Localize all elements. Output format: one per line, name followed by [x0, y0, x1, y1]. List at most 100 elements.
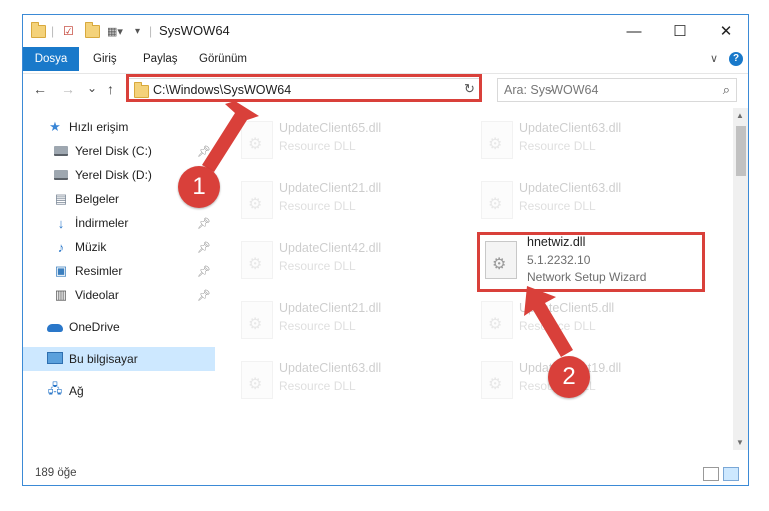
- file-item[interactable]: UpdateClient65.dll Resource DLL: [235, 113, 467, 165]
- sidebar-item-label: Bu bilgisayar: [69, 352, 138, 366]
- sidebar-item-label: İndirmeler: [75, 216, 129, 230]
- sidebar-item-downloads[interactable]: ↓ İndirmeler 📌︎: [23, 211, 215, 235]
- dll-file-icon: [481, 121, 513, 159]
- dll-file-icon: [241, 361, 273, 399]
- sidebar-item-label: Hızlı erişim: [69, 120, 129, 134]
- sidebar-item-label: Müzik: [75, 240, 107, 254]
- ribbon-expand-icon[interactable]: ∨: [710, 52, 718, 65]
- qa-dropdown-icon[interactable]: ▾: [135, 23, 140, 39]
- file-name: UpdateClient21.dll: [279, 181, 382, 195]
- up-button[interactable]: ↑: [107, 81, 114, 97]
- file-name: UpdateClient42.dll: [279, 241, 382, 255]
- file-name: UpdateClient21.dll: [279, 301, 382, 315]
- sidebar-item-label: Ağ: [69, 384, 84, 398]
- tab-view[interactable]: Görünüm: [199, 47, 247, 71]
- file-name: UpdateClient63.dll: [519, 121, 622, 135]
- file-item[interactable]: UpdateClient63.dll Resource DLL: [475, 113, 707, 165]
- sidebar-item-label: Yerel Disk (C:): [75, 144, 152, 158]
- sidebar-item-label: Videolar: [75, 288, 119, 302]
- file-item[interactable]: UpdateClient21.dll Resource DLL: [235, 173, 467, 225]
- file-description: Resource DLL: [519, 319, 596, 333]
- file-item[interactable]: UpdateClient21.dll Resource DLL: [235, 293, 467, 345]
- file-item[interactable]: UpdateClient19.dll Resource DLL: [475, 353, 707, 405]
- close-button[interactable]: ✕: [703, 15, 748, 47]
- file-item[interactable]: UpdateClient42.dll Resource DLL: [235, 233, 467, 285]
- dll-file-icon: [241, 121, 273, 159]
- dll-file-icon: [481, 301, 513, 339]
- sidebar-item-label: Resimler: [75, 264, 123, 278]
- tab-share[interactable]: Paylaş: [143, 47, 178, 71]
- help-icon[interactable]: ?: [729, 52, 743, 66]
- window-title: SysWOW64: [159, 23, 230, 38]
- computer-icon: [47, 351, 63, 367]
- pin-icon[interactable]: 📌︎: [197, 265, 211, 278]
- sidebar-item-pictures[interactable]: ▣ Resimler 📌︎: [23, 259, 215, 283]
- vertical-scrollbar[interactable]: ▲ ▼: [733, 108, 748, 450]
- sidebar-item-videos[interactable]: ▥ Videolar 📌︎: [23, 283, 215, 307]
- sidebar-item-this-pc[interactable]: Bu bilgisayar: [23, 347, 215, 371]
- dll-file-icon: [241, 301, 273, 339]
- dll-file-icon: [481, 361, 513, 399]
- onedrive-icon: [47, 320, 63, 335]
- back-button[interactable]: ←: [33, 81, 47, 97]
- properties-icon[interactable]: ☑: [63, 23, 74, 39]
- dll-file-icon: [241, 181, 273, 219]
- minimize-button[interactable]: —: [611, 15, 657, 47]
- new-folder-icon[interactable]: [85, 21, 100, 39]
- file-description: Resource DLL: [279, 199, 356, 213]
- star-icon: ★: [49, 119, 61, 134]
- separator: |: [149, 24, 153, 38]
- scroll-up-icon[interactable]: ▲: [736, 111, 744, 120]
- download-icon: ↓: [57, 215, 65, 231]
- separator: |: [51, 24, 55, 38]
- file-description: Resource DLL: [279, 259, 356, 273]
- pictures-icon: ▣: [54, 263, 68, 278]
- documents-icon: ▤: [54, 191, 68, 206]
- sidebar-item-label: Yerel Disk (D:): [75, 168, 152, 182]
- sidebar-item-local-disk-c[interactable]: Yerel Disk (C:) 📌︎: [23, 139, 215, 163]
- tab-home[interactable]: Giriş: [93, 47, 117, 71]
- file-description: Resource DLL: [279, 139, 356, 153]
- sidebar-item-onedrive[interactable]: OneDrive: [23, 315, 215, 339]
- tab-file[interactable]: Dosya: [23, 47, 79, 71]
- large-icons-view-icon[interactable]: [723, 467, 739, 481]
- search-icon[interactable]: ⌕: [723, 82, 730, 98]
- file-item[interactable]: UpdateClient63.dll Resource DLL: [475, 173, 707, 225]
- network-icon: 🖧︎: [47, 381, 63, 396]
- scroll-down-icon[interactable]: ▼: [736, 438, 744, 447]
- recent-locations-button[interactable]: ⌄: [87, 81, 97, 95]
- file-item[interactable]: UpdateClient63.dll Resource DLL: [235, 353, 467, 405]
- file-name: UpdateClient65.dll: [279, 121, 382, 135]
- file-highlight-box: [477, 232, 705, 292]
- pin-icon[interactable]: 📌︎: [197, 145, 211, 158]
- customize-icon[interactable]: ▦▾: [107, 23, 123, 39]
- maximize-button[interactable]: ☐: [657, 15, 703, 47]
- file-item[interactable]: UpdateClient5.dll Resource DLL: [475, 293, 707, 345]
- video-icon: ▥: [54, 287, 68, 302]
- folder-icon: [31, 21, 46, 39]
- drive-icon: [53, 144, 69, 159]
- forward-button[interactable]: →: [61, 81, 75, 97]
- navigation-pane: ★ Hızlı erişim Yerel Disk (C:) 📌︎ Yerel …: [23, 107, 215, 452]
- item-count: 189 öğe: [35, 467, 77, 479]
- file-name: UpdateClient63.dll: [519, 181, 622, 195]
- file-description: Resource DLL: [519, 139, 596, 153]
- drive-icon: [53, 168, 69, 183]
- step-badge-2: 2: [548, 356, 590, 398]
- step-badge-1: 1: [178, 166, 220, 208]
- dll-file-icon: [481, 181, 513, 219]
- pin-icon[interactable]: 📌︎: [197, 241, 211, 254]
- pin-icon[interactable]: 📌︎: [197, 289, 211, 302]
- file-name: UpdateClient63.dll: [279, 361, 382, 375]
- pin-icon[interactable]: 📌︎: [197, 217, 211, 230]
- sidebar-item-music[interactable]: ♪ Müzik 📌︎: [23, 235, 215, 259]
- file-description: Resource DLL: [519, 199, 596, 213]
- sidebar-item-quick-access[interactable]: ★ Hızlı erişim: [23, 115, 215, 139]
- sidebar-item-network[interactable]: 🖧︎ Ağ: [23, 379, 215, 403]
- scrollbar-thumb[interactable]: [736, 126, 746, 176]
- details-view-icon[interactable]: [703, 467, 719, 481]
- search-input[interactable]: Ara: SysWOW64: [504, 83, 598, 97]
- address-highlight-box: [126, 74, 482, 102]
- search-box[interactable]: Ara: SysWOW64 ⌕: [497, 78, 737, 102]
- file-name: UpdateClient5.dll: [519, 301, 615, 315]
